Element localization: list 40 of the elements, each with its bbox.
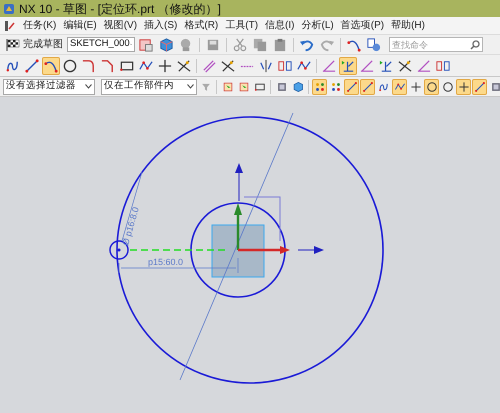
menu-item[interactable]: 视图(V) <box>104 18 138 33</box>
arc-icon[interactable] <box>42 56 60 74</box>
dropdown-caret-icon[interactable] <box>85 84 92 89</box>
dropdown-caret-icon[interactable] <box>187 84 194 89</box>
menu-item[interactable]: 插入(S) <box>144 18 178 33</box>
menu-item[interactable]: 任务(K) <box>23 18 56 33</box>
menu-item[interactable]: 格式(R) <box>184 18 218 33</box>
filter-dropdown[interactable]: 没有选择过滤器 <box>3 78 95 94</box>
menu-item[interactable]: 工具(T) <box>225 18 258 33</box>
spline-icon[interactable] <box>392 78 407 94</box>
snap-icon[interactable] <box>312 78 327 94</box>
checkered-flag-icon <box>6 38 20 50</box>
y-axis-arrow <box>235 163 243 202</box>
menu-item[interactable]: 分析(L) <box>302 18 334 33</box>
dimension-label: Ø p16:8.0 <box>120 206 141 247</box>
circle-icon[interactable] <box>424 78 439 94</box>
center-point[interactable] <box>118 248 120 252</box>
sketch-horizontal-handle[interactable] <box>238 246 290 254</box>
inner-circle[interactable] <box>190 202 286 298</box>
menu-item[interactable]: 帮助(H) <box>391 18 425 33</box>
constraint-icon[interactable] <box>339 56 357 74</box>
scope-dropdown[interactable]: 仅在工作部件内 <box>101 78 197 94</box>
app-logo-icon <box>3 2 15 14</box>
info-icon[interactable] <box>365 36 383 54</box>
dimension-label: p15:60.0 <box>148 257 184 267</box>
plus-icon[interactable] <box>456 78 471 94</box>
search-field[interactable]: 查找命令 <box>389 37 483 52</box>
line-icon[interactable] <box>23 56 41 74</box>
menu-item[interactable]: 信息(I) <box>265 18 294 33</box>
menu-icon[interactable] <box>4 20 16 32</box>
sketch-vertical-handle[interactable] <box>234 203 242 250</box>
x-axis-arrow <box>298 246 324 254</box>
finish-sketch-button[interactable]: 完成草图 <box>4 36 65 54</box>
hole-circle[interactable] <box>109 240 129 260</box>
menu-item[interactable]: 编辑(E) <box>63 18 97 33</box>
circle-icon[interactable] <box>61 56 79 74</box>
outer-circle[interactable] <box>116 116 384 384</box>
sketch-name-dropdown[interactable]: SKETCH_000 <box>67 37 135 52</box>
menu-item[interactable]: 首选项(P) <box>340 18 384 33</box>
window-title: NX 10 - 草图 - [定位环.prt （修改的）] <box>19 0 222 18</box>
